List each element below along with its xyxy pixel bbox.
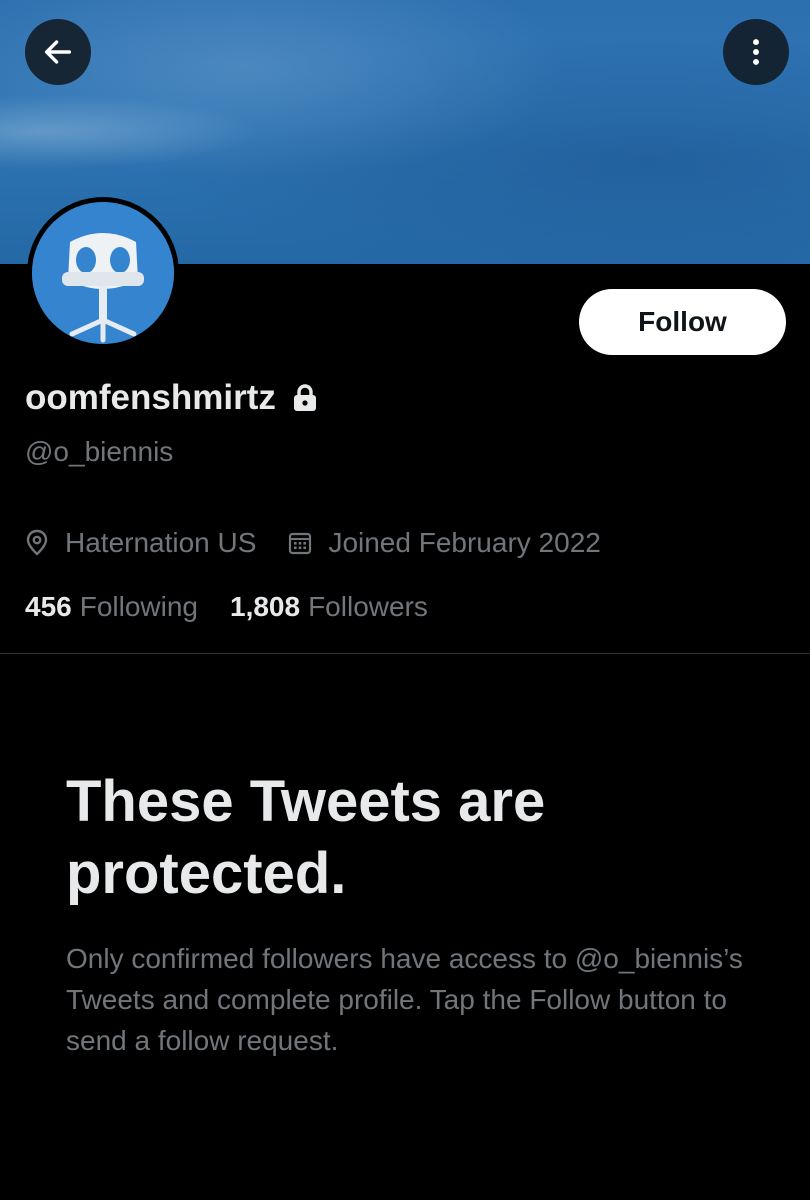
followers-stat[interactable]: 1,808 Followers <box>230 591 428 623</box>
location-item: Haternation US <box>25 527 256 559</box>
profile-handle: @o_biennis <box>25 436 174 467</box>
following-stat[interactable]: 456 Following <box>25 591 198 623</box>
followers-count: 1,808 <box>230 591 301 622</box>
following-label: Following <box>79 591 198 622</box>
profile-avatar[interactable] <box>27 197 179 349</box>
location-pin-icon <box>26 529 48 556</box>
lock-icon <box>292 383 318 413</box>
follow-stats: 456 Following 1,808 Followers <box>25 591 428 623</box>
followers-label: Followers <box>308 591 428 622</box>
more-vertical-icon <box>753 39 759 65</box>
display-name: oomfenshmirtz <box>25 378 318 418</box>
profile-meta: Haternation US Joined February 2022 <box>25 527 601 559</box>
following-count: 456 <box>25 591 72 622</box>
more-options-button[interactable] <box>723 19 789 85</box>
joined-text: Joined February 2022 <box>328 527 601 558</box>
protected-description: Only confirmed followers have access to … <box>66 943 743 1056</box>
protected-title: These Tweets are protected. <box>66 769 546 906</box>
back-button[interactable] <box>25 19 91 85</box>
display-name-text: oomfenshmirtz <box>25 378 276 417</box>
follow-button[interactable]: Follow <box>579 289 786 355</box>
arrow-left-icon <box>44 40 72 64</box>
calendar-icon <box>289 532 312 555</box>
section-divider <box>0 653 810 654</box>
joined-item: Joined February 2022 <box>288 527 601 559</box>
avatar-image <box>32 202 174 344</box>
chair-icon <box>32 202 174 344</box>
location-text: Haternation US <box>65 527 257 558</box>
